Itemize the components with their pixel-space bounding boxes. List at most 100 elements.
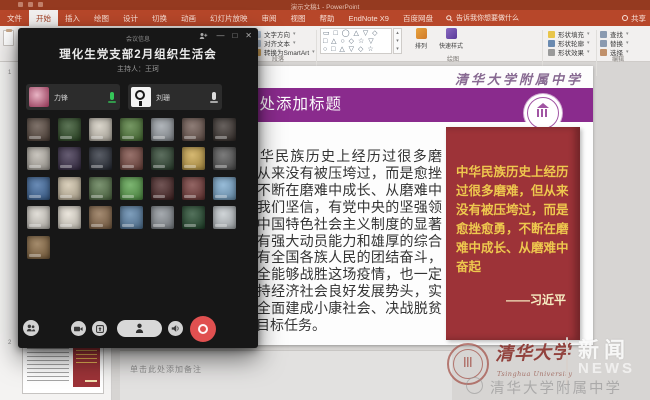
participant-tile[interactable] (27, 177, 50, 200)
participant-tile[interactable] (120, 206, 143, 229)
participant-tile[interactable] (151, 177, 174, 200)
paste-button[interactable] (3, 30, 14, 46)
undo-icon[interactable] (28, 2, 33, 7)
quote-signature: ——习近平 (456, 291, 570, 308)
participant-tile[interactable] (58, 177, 81, 200)
ribbon-tab-设计[interactable]: 设计 (116, 10, 145, 26)
participant-tile[interactable] (151, 118, 174, 141)
participant-name-bar (29, 195, 41, 198)
participant-name-bar (29, 254, 41, 257)
ribbon-tab-帮助[interactable]: 帮助 (313, 10, 342, 26)
notes-placeholder: 单击此处添加备注 (130, 364, 202, 375)
participant-name-bar (153, 136, 165, 139)
shape-style-item-3[interactable]: 形状效果▾ (548, 47, 590, 57)
participant-row (27, 118, 236, 141)
participant-name-bar (29, 165, 41, 168)
participant-tile[interactable] (58, 147, 81, 170)
participant-tile[interactable] (182, 206, 205, 229)
participant-tile[interactable] (151, 147, 174, 170)
participants-button[interactable] (23, 320, 39, 336)
save-icon[interactable] (18, 2, 23, 7)
ribbon-tab-审阅[interactable]: 审阅 (255, 10, 284, 26)
share-screen-button[interactable] (92, 321, 107, 336)
ribbon-tab-文件[interactable]: 文件 (0, 10, 29, 26)
featured-participant[interactable]: 力锋 (26, 84, 120, 110)
shapes-gallery[interactable]: ▭ □ ◯ △ ▽ ◇□ △ ○ ◇ ☆ ▽○ □ △ ▽ ◇ ☆ (320, 28, 392, 54)
ribbon-tab-插入[interactable]: 插入 (58, 10, 87, 26)
participant-tile[interactable] (27, 236, 50, 259)
participant-name-bar (184, 224, 196, 227)
screenshot-root: 演示文稿1 - PowerPoint 文件开始插入绘图设计切换动画幻灯片放映审阅… (0, 0, 650, 400)
group-label-paragraph: 段落 (272, 54, 284, 63)
ribbon-tab-切换[interactable]: 切换 (145, 10, 174, 26)
end-meeting-button[interactable] (190, 316, 216, 342)
minimize-button[interactable]: — (216, 31, 224, 41)
ribbon-tab-幻灯片放映[interactable]: 幻灯片放映 (203, 10, 255, 26)
meeting-panel[interactable]: 会议信息 — □ ✕ 理化生党支部2月组织生活会 主持人：王珂 力锋刘珊 (18, 28, 258, 348)
share-button[interactable]: 共享 (622, 10, 646, 26)
participant-name-bar (122, 165, 134, 168)
meeting-host: 主持人：王珂 (18, 64, 258, 74)
quick-styles-icon (446, 28, 457, 39)
shape-row[interactable]: □ △ ○ ◇ ☆ ▽ (323, 38, 389, 46)
speaker-button[interactable] (168, 321, 183, 336)
meeting-window-controls: — □ ✕ (199, 31, 252, 41)
quick-styles-button[interactable]: 快速样式 (438, 28, 464, 50)
ribbon-tab-绘图[interactable]: 绘图 (87, 10, 116, 26)
participant-tile[interactable] (89, 147, 112, 170)
ribbon-tab-百度网盘[interactable]: 百度网盘 (396, 10, 440, 26)
tell-me-search[interactable]: 告诉我你想要做什么 (440, 10, 525, 26)
arrange-button[interactable]: 排列 (408, 28, 434, 50)
participant-tile[interactable] (120, 147, 143, 170)
participant-name: 力锋 (54, 93, 68, 103)
participant-tile[interactable] (213, 118, 236, 141)
participant-tile[interactable] (27, 147, 50, 170)
participant-tile[interactable] (213, 177, 236, 200)
participant-tile[interactable] (27, 118, 50, 141)
close-button[interactable]: ✕ (245, 31, 252, 41)
slide-school-header: 清华大学附属中学 (455, 69, 583, 88)
search-icon (446, 15, 453, 22)
ribbon-tab-EndNote X9[interactable]: EndNote X9 (342, 10, 396, 26)
thumbnail-text-lines (27, 344, 69, 384)
item-icon (600, 49, 607, 56)
item-icon (548, 49, 555, 56)
camera-button[interactable] (71, 321, 86, 336)
participant-tile[interactable] (120, 118, 143, 141)
ribbon-tab-动画[interactable]: 动画 (174, 10, 203, 26)
participant-tile[interactable] (182, 118, 205, 141)
featured-participant[interactable]: 刘珊 (128, 84, 222, 110)
participant-tile[interactable] (120, 177, 143, 200)
share-screen-icon (96, 325, 104, 333)
notes-pane[interactable]: 单击此处添加备注 (120, 350, 452, 400)
participant-tile[interactable] (89, 118, 112, 141)
participant-name-bar (215, 195, 227, 198)
participant-tile[interactable] (182, 147, 205, 170)
ribbon-tab-视图[interactable]: 视图 (284, 10, 313, 26)
participant-tile[interactable] (182, 177, 205, 200)
shape-row[interactable]: ○ □ △ ▽ ◇ ☆ (323, 46, 389, 54)
participant-row (27, 177, 236, 200)
redo-icon[interactable] (38, 2, 43, 7)
quick-access-toolbar[interactable] (18, 2, 43, 7)
participant-name-bar (184, 165, 196, 168)
shape-row[interactable]: ▭ □ ◯ △ ▽ ◇ (323, 30, 389, 38)
participant-tile[interactable] (213, 206, 236, 229)
participant-tile[interactable] (89, 177, 112, 200)
microphone-button[interactable] (117, 320, 162, 337)
participant-tile[interactable] (58, 118, 81, 141)
participant-name-bar (60, 165, 72, 168)
participant-tile[interactable] (58, 206, 81, 229)
maximize-button[interactable]: □ (232, 31, 237, 41)
ribbon-tab-开始[interactable]: 开始 (29, 10, 58, 26)
ribbon-item-3[interactable]: 转换为SmartArt▾ (254, 47, 315, 57)
shapes-gallery-scrollbar[interactable]: ▴▾▾ (393, 28, 402, 54)
participant-tile[interactable] (151, 206, 174, 229)
slide-quote-box[interactable]: 中华民族历史上经历 过很多磨难，但从来 没有被压垮过，而是 愈挫愈勇，不断在磨 … (446, 127, 580, 340)
participant-tile[interactable] (89, 206, 112, 229)
add-person-icon[interactable] (199, 32, 208, 40)
participant-name-bar (29, 224, 41, 227)
participant-row (27, 236, 50, 259)
participant-tile[interactable] (213, 147, 236, 170)
participant-tile[interactable] (27, 206, 50, 229)
